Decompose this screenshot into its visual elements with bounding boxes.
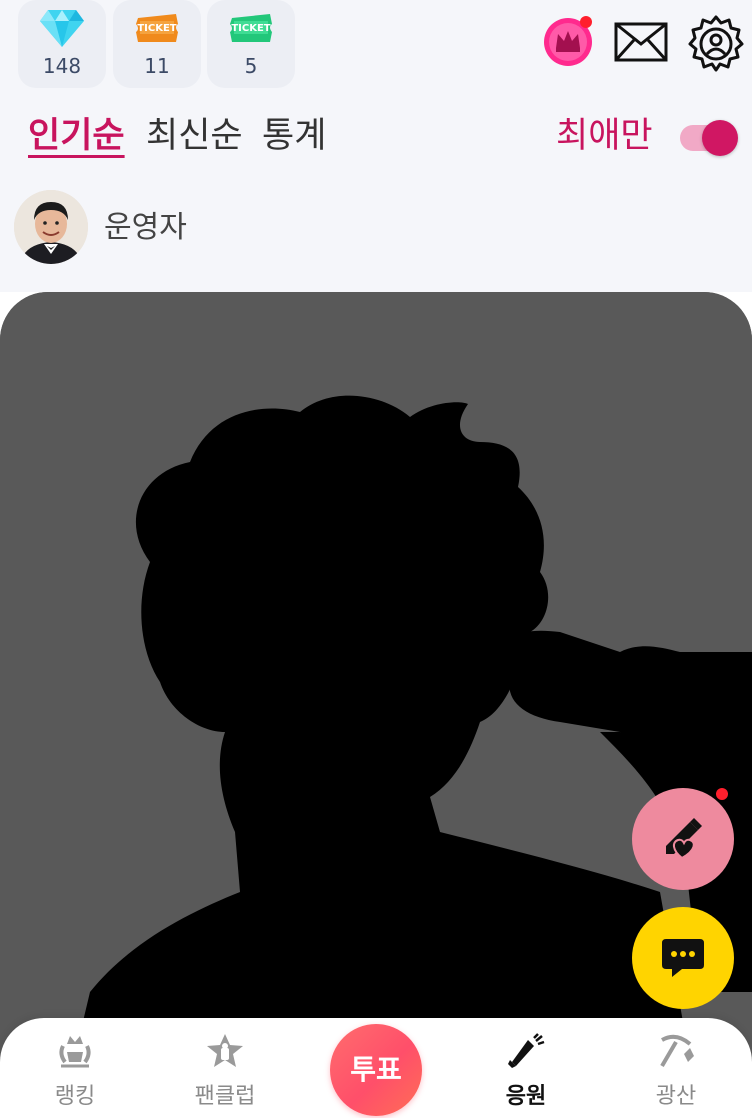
nav-ranking-label: 랭킹 <box>54 1084 96 1109</box>
write-heart-icon <box>658 814 708 868</box>
nav-cheer[interactable]: 응원 <box>461 1018 591 1118</box>
vote-button[interactable]: 투표 <box>330 1024 422 1116</box>
profile-name[interactable]: 운영자 <box>104 208 187 248</box>
silhouette-image <box>0 292 752 1118</box>
nav-cheer-label: 응원 <box>505 1084 547 1109</box>
chat-icon <box>660 937 706 983</box>
nav-ranking[interactable]: 랭킹 <box>10 1018 140 1118</box>
diamond-currency[interactable]: 148 <box>18 0 106 88</box>
svg-text:TICKET: TICKET <box>137 23 176 34</box>
orange-ticket-currency[interactable]: TICKET 11 <box>113 0 201 88</box>
pickaxe-icon <box>656 1032 696 1074</box>
nav-fanclub-label: 팬클럽 <box>194 1084 256 1109</box>
diamond-icon <box>39 8 85 52</box>
favorites-only-label: 최애만 <box>556 116 653 156</box>
favorites-only-toggle[interactable] <box>680 120 738 156</box>
avatar[interactable] <box>14 190 88 264</box>
toggle-knob <box>702 120 738 156</box>
top-bar: 148 TICKET 11 TICKET 5 <box>0 0 752 95</box>
nav-fanclub[interactable]: 팬클럽 <box>160 1018 290 1118</box>
svg-text:TICKET: TICKET <box>231 23 270 34</box>
tab-popular[interactable]: 인기순 <box>28 114 125 158</box>
diamond-count: 148 <box>42 54 82 78</box>
orange-ticket-count: 11 <box>144 54 170 78</box>
mail-icon[interactable] <box>614 20 670 68</box>
fanclub-star-icon <box>205 1032 245 1074</box>
crown-badge-icon[interactable] <box>542 14 596 72</box>
profile-image-area[interactable] <box>0 292 752 1118</box>
orange-ticket-icon: TICKET <box>134 8 180 52</box>
crown-notification-dot <box>580 16 592 28</box>
chat-button[interactable] <box>632 907 734 1009</box>
tab-stats[interactable]: 통계 <box>262 114 326 158</box>
tab-latest[interactable]: 최신순 <box>146 114 243 158</box>
laurel-crown-icon <box>55 1032 95 1074</box>
settings-user-icon[interactable] <box>688 14 744 76</box>
green-ticket-icon: TICKET <box>228 8 274 52</box>
megaphone-icon <box>506 1032 546 1074</box>
nav-mine-label: 광산 <box>655 1084 697 1109</box>
write-notification-dot <box>716 788 728 800</box>
green-ticket-currency[interactable]: TICKET 5 <box>207 0 295 88</box>
nav-mine[interactable]: 광산 <box>611 1018 741 1118</box>
write-button[interactable] <box>632 788 734 890</box>
green-ticket-count: 5 <box>244 54 258 78</box>
